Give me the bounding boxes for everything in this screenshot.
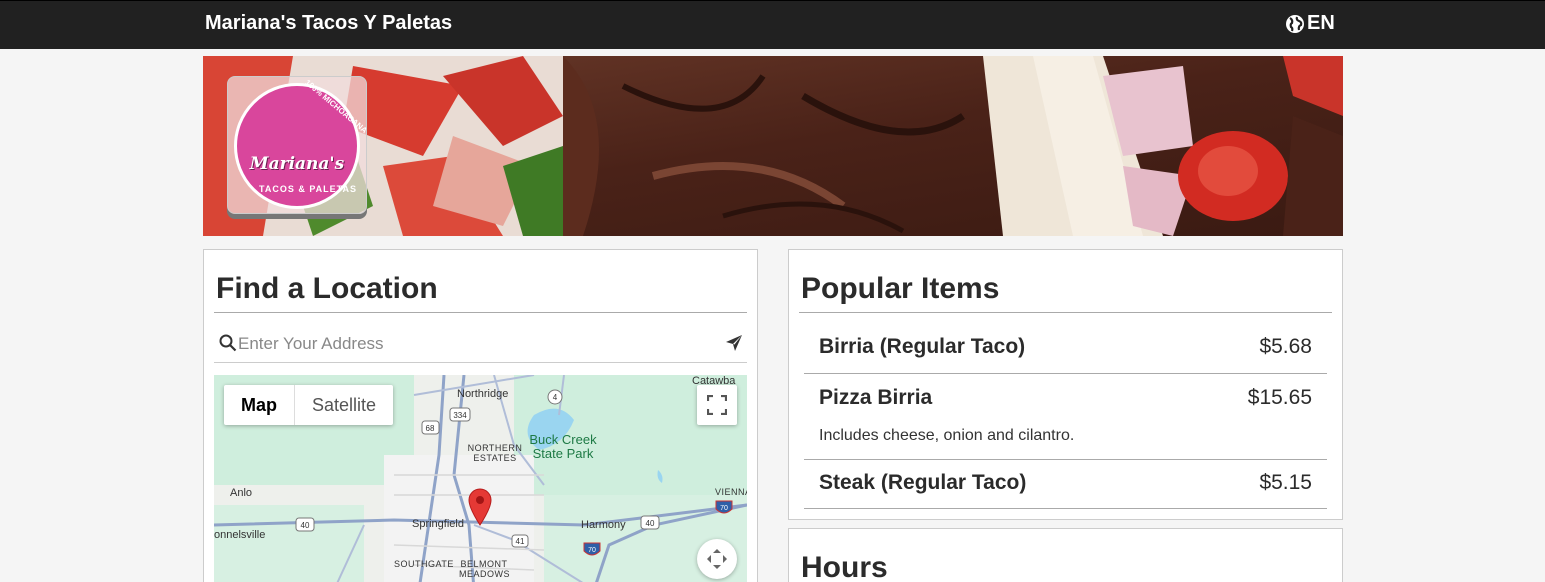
locate-arrow-icon[interactable] [725,334,743,352]
route-shield-68: 68 [426,424,435,433]
map-pin-icon[interactable] [467,488,493,526]
menu-item-name: Pizza Birria [819,386,933,409]
hours-title: Hours [801,551,888,582]
logo-tagline: 100% MICHOACANA [303,77,369,136]
find-location-title: Find a Location [216,272,438,305]
menu-item-price: $5.15 [1259,471,1312,494]
map-label-buck-creek: Buck Creek State Park [529,432,597,461]
map-label-donnelsville: onnelsville [214,529,266,541]
map-label-belmont-meadows: BELMONT MEADOWS [459,559,511,579]
menu-item-description: Includes cheese, onion and cilantro. [819,427,1075,444]
restaurant-logo: 100% MICHOACANA Mariana's TACOS & PALETA… [227,76,369,214]
popular-items-title: Popular Items [801,272,1000,305]
route-shield-41: 41 [516,537,525,546]
logo-subtitle: TACOS & PALETAS [259,184,357,194]
hours-card: Hours [788,528,1343,582]
route-shield-40-west: 40 [301,521,310,530]
top-nav-bar: Mariana's Tacos Y Paletas EN [0,0,1545,49]
menu-item[interactable]: Birria (Regular Taco) $5.68 [804,314,1327,374]
pan-arrows-icon [707,549,727,569]
map-label-southgate: SOUTHGATE [394,559,454,569]
map-label-northern-estates: NORTHERN ESTATES [467,443,523,463]
hero-banner: 100% MICHOACANA Mariana's TACOS & PALETA… [203,56,1343,236]
interstate-shield-70-east: 70 [720,505,728,512]
brand-title[interactable]: Mariana's Tacos Y Paletas [205,12,452,35]
find-location-card: Find a Location Enter Your Address 334 4… [203,249,758,582]
fullscreen-button[interactable] [697,385,737,425]
title-divider [214,312,747,313]
logo-badge: 100% MICHOACANA Mariana's TACOS & PALETA… [234,78,369,209]
location-map[interactable]: 334 4 68 40 41 40 70 70 Northridge Cataw… [214,375,747,582]
menu-item-price: $5.68 [1259,335,1312,358]
address-search-input[interactable] [238,330,718,358]
logo-wordmark: Mariana's [249,154,345,174]
map-label-vienna: VIENNA [715,487,747,497]
route-shield-334: 334 [453,411,467,420]
globe-icon [1286,14,1304,33]
map-type-satellite-button[interactable]: Satellite [294,385,393,425]
map-label-harmony: Harmony [581,519,626,531]
map-pan-control[interactable] [697,539,737,579]
fullscreen-icon [707,395,727,415]
menu-item[interactable]: Steak (Regular Taco) $5.15 [804,460,1327,509]
menu-item-name: Birria (Regular Taco) [819,335,1026,358]
map-label-anlo: Anlo [230,487,253,499]
menu-item-name: Steak (Regular Taco) [819,471,1027,494]
interstate-shield-70-south: 70 [588,547,596,554]
route-shield-40-east: 40 [646,519,655,528]
route-shield-4: 4 [553,393,558,402]
language-label: EN [1307,12,1335,34]
title-divider [799,312,1332,313]
hero-food-image [203,56,1343,236]
menu-item[interactable]: Pizza Birria $15.65 Includes cheese, oni… [804,374,1327,460]
address-search-bar [214,330,747,363]
menu-item-price: $15.65 [1247,386,1312,409]
popular-items-card: Popular Items Birria (Regular Taco) $5.6… [788,249,1343,520]
search-icon [219,334,237,352]
map-type-toggle: Map Satellite [224,385,394,425]
map-label-northridge: Northridge [457,388,509,400]
map-type-map-button[interactable]: Map [224,385,294,425]
language-selector[interactable]: EN [1285,12,1335,35]
map-label-springfield: Springfield [412,518,464,530]
